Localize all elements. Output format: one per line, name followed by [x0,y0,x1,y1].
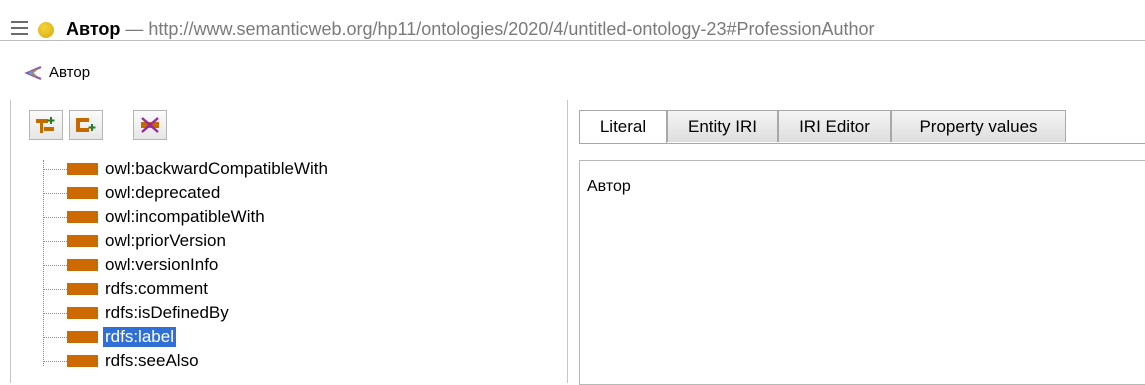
breadcrumb-label: Автор [49,64,91,81]
tree-guide-line [43,160,44,366]
title-bar: Автор — http://www.semanticweb.org/hp11/… [0,0,1145,40]
annotation-property-icon [67,211,98,223]
tab-iri-editor[interactable]: IRI Editor [778,110,891,142]
tree-item-label: owl:incompatibleWith [105,207,265,226]
menu-icon[interactable] [11,21,28,35]
tree-item-label: owl:backwardCompatibleWith [105,159,328,178]
add-subproperty-icon [36,117,55,133]
annotation-property-icon [67,307,98,319]
tab-entity-iri[interactable]: Entity IRI [667,110,778,142]
annotation-property-icon [67,187,98,199]
annotation-property-icon [67,283,98,295]
status-dot-icon [38,22,54,38]
annotation-property-icon [67,235,98,247]
title-divider [0,40,1145,41]
tree-item-label: rdfs:label [103,327,176,347]
tree-item-label: owl:deprecated [105,183,221,202]
entity-name: Автор [66,19,121,39]
tab-underline [579,143,1145,144]
class-icon [24,65,42,81]
property-tree: owl:backwardCompatibleWith owl:deprecate… [39,158,559,380]
annotation-property-icon [67,163,98,175]
add-sibling-property-button[interactable] [69,110,103,140]
annotation-property-icon [67,259,98,271]
add-subproperty-button[interactable] [29,110,63,140]
title-separator: — [120,19,149,39]
tree-item-label: owl:priorVersion [105,231,226,250]
delete-property-icon [141,117,159,133]
annotation-value-panel: Literal Entity IRI IRI Editor Property v… [567,100,1145,385]
literal-value[interactable]: Автор [587,178,631,196]
window-title: Автор — http://www.semanticweb.org/hp11/… [66,19,875,40]
tab-property-values[interactable]: Property values [891,110,1066,142]
tree-item-label: owl:versionInfo [105,255,219,274]
delete-property-button[interactable] [133,110,167,140]
literal-editor[interactable]: Автор [579,160,1145,385]
property-hierarchy-panel: owl:backwardCompatibleWith owl:deprecate… [10,100,568,383]
annotation-property-icon [67,355,98,367]
tab-literal[interactable]: Literal [579,110,667,144]
add-sibling-property-icon [76,118,96,132]
tree-item-label: rdfs:isDefinedBy [105,303,229,322]
tree-item-label: rdfs:comment [105,279,208,298]
entity-iri: http://www.semanticweb.org/hp11/ontologi… [148,19,875,39]
tree-item-label: rdfs:seeAlso [105,351,199,370]
annotation-property-icon [67,331,98,343]
